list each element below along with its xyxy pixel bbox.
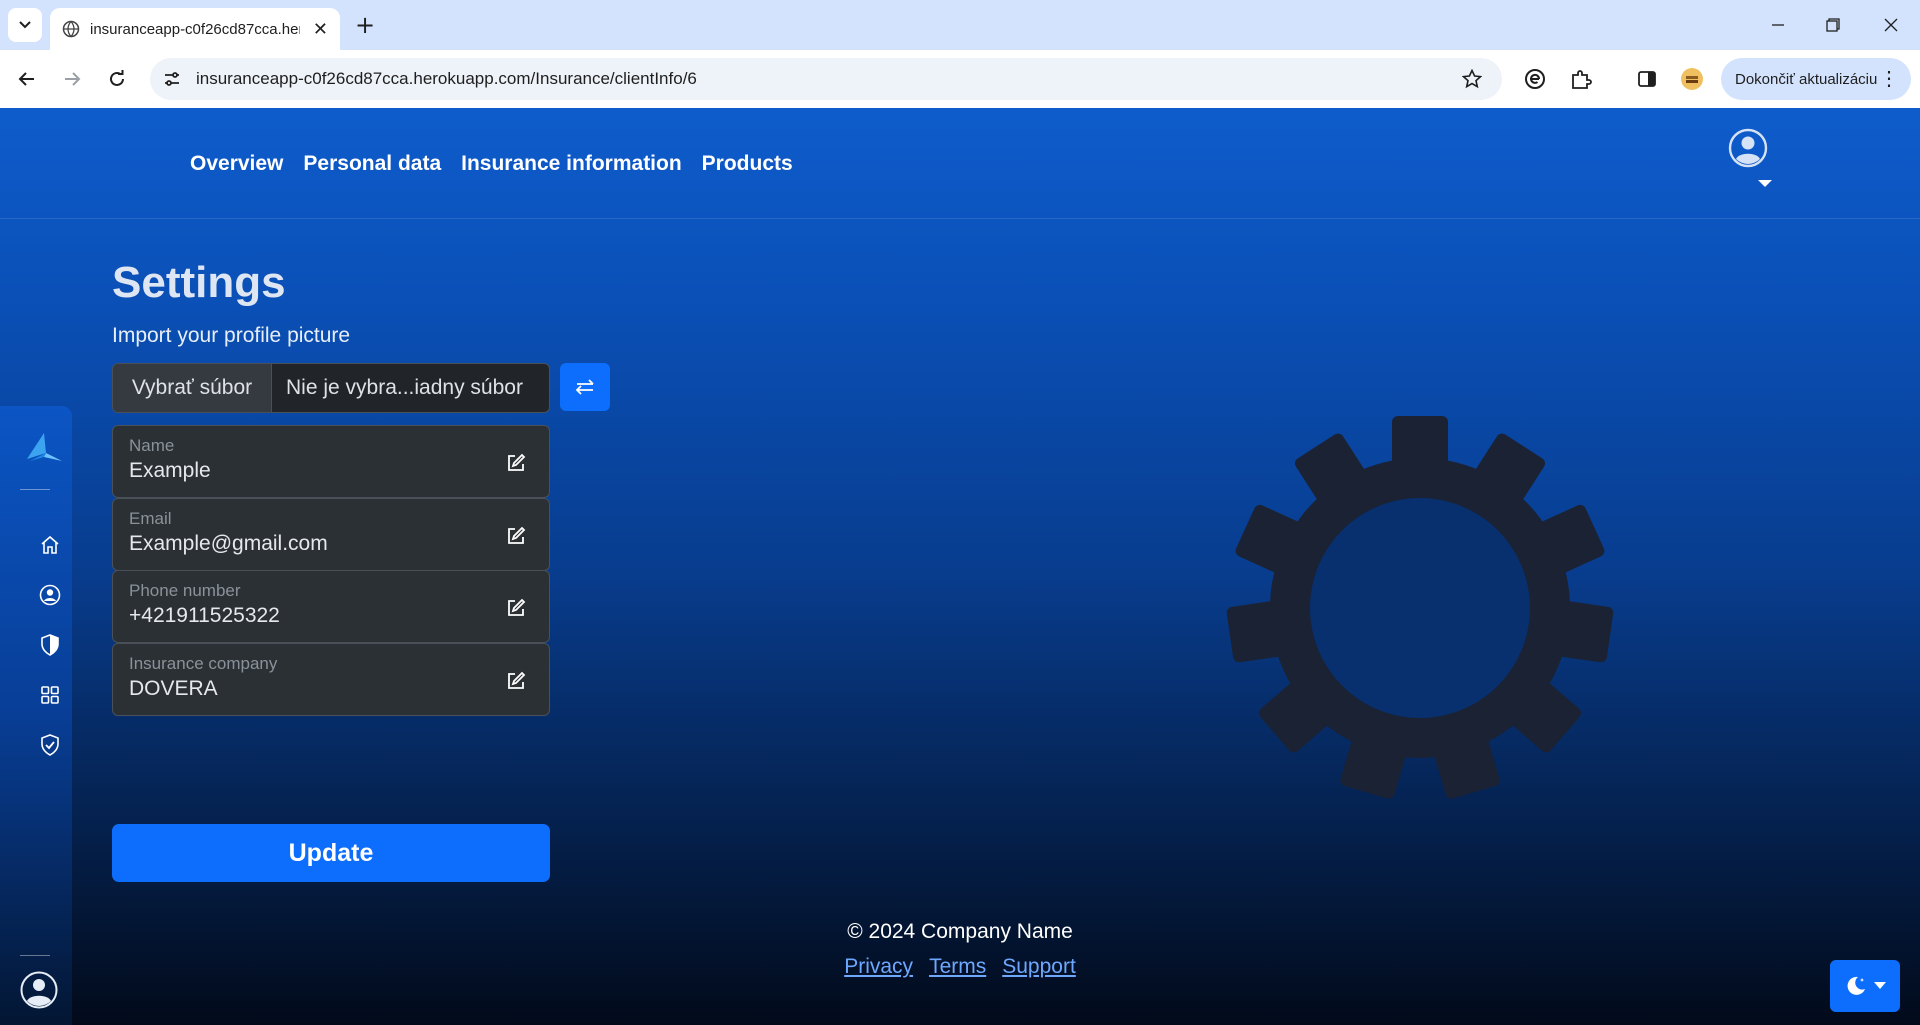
browser-update-button[interactable]: Dokončiť aktualizáciu ⋮ [1721, 58, 1911, 100]
caret-down-icon [1874, 982, 1886, 989]
top-navigation: Overview Personal data Insurance informa… [0, 108, 1920, 219]
reload-icon[interactable] [102, 64, 132, 94]
tab-search-button[interactable] [8, 8, 42, 42]
browser-tab[interactable]: insuranceapp-c0f26cd87cca.her ✕ [50, 8, 340, 50]
url-text: insuranceapp-c0f26cd87cca.herokuapp.com/… [196, 69, 697, 88]
field-value: DOVERA [129, 677, 218, 700]
pencil-square-icon[interactable] [504, 596, 528, 620]
pencil-square-icon[interactable] [504, 669, 528, 693]
name-field[interactable]: Name Example [112, 425, 550, 498]
minimize-window-icon[interactable] [1763, 10, 1793, 40]
globe-icon [62, 20, 80, 38]
bookmark-star-icon[interactable] [1460, 67, 1484, 91]
person-circle-icon [39, 584, 61, 606]
field-value: +421911525322 [129, 604, 280, 627]
moon-stars-icon [1847, 976, 1865, 995]
footer-links: Privacy Terms Support [0, 955, 1920, 979]
nav-link-overview[interactable]: Overview [190, 152, 283, 176]
sidebar-item-products[interactable] [36, 681, 64, 709]
caret-down-icon[interactable] [1758, 180, 1772, 187]
insurance-company-field[interactable]: Insurance company DOVERA [112, 643, 550, 716]
address-bar[interactable]: insuranceapp-c0f26cd87cca.herokuapp.com/… [150, 58, 1502, 100]
field-value: Example@gmail.com [129, 532, 328, 555]
tab-title: insuranceapp-c0f26cd87cca.her [90, 20, 300, 38]
extensions-puzzle-icon[interactable] [1567, 65, 1595, 93]
gear-icon [1225, 413, 1615, 803]
browser-tab-strip: insuranceapp-c0f26cd87cca.her ✕ + [0, 0, 1920, 50]
arrow-left-right-icon [575, 379, 594, 395]
theme-toggle-button[interactable] [1830, 960, 1900, 1012]
back-arrow-icon[interactable] [12, 64, 42, 94]
field-label: Insurance company [129, 654, 278, 673]
file-status-text: Nie je vybra...iadny súbor [286, 376, 523, 399]
profile-picture-file-input[interactable]: Vybrať súbor Nie je vybra...iadny súbor [112, 363, 550, 413]
tab-close-icon[interactable]: ✕ [313, 19, 328, 40]
field-label: Email [129, 509, 172, 528]
footer-link-privacy[interactable]: Privacy [844, 955, 913, 979]
field-label: Phone number [129, 581, 241, 600]
grid-icon [41, 686, 59, 704]
home-icon [41, 535, 59, 554]
nav-link-insurance-information[interactable]: Insurance information [461, 152, 682, 176]
pencil-square-icon[interactable] [504, 524, 528, 548]
page-body: Overview Personal data Insurance informa… [0, 108, 1920, 1025]
sidebar-divider [20, 489, 50, 490]
sidebar-item-insurance[interactable] [36, 631, 64, 659]
user-avatar-icon [1728, 128, 1768, 168]
sidebar-item-home[interactable] [36, 531, 64, 559]
site-settings-icon[interactable] [160, 67, 184, 91]
more-menu-icon[interactable]: ⋮ [1879, 66, 1899, 91]
field-value: Example [129, 459, 211, 482]
sidebar-item-security[interactable] [36, 731, 64, 759]
brand-logo[interactable] [22, 431, 66, 471]
nav-link-products[interactable]: Products [702, 152, 793, 176]
upload-swap-button[interactable] [560, 363, 610, 411]
extension-e-icon[interactable] [1521, 65, 1549, 93]
shield-check-icon [41, 734, 59, 756]
sidebar-item-profile[interactable] [36, 581, 64, 609]
phone-number-field[interactable]: Phone number +421911525322 [112, 570, 550, 643]
import-profile-picture-label: Import your profile picture [112, 324, 351, 347]
update-button[interactable]: Update [112, 824, 550, 882]
close-window-icon[interactable] [1876, 10, 1906, 40]
side-panel-icon[interactable] [1633, 65, 1661, 93]
restore-window-icon[interactable] [1818, 10, 1848, 40]
forward-arrow-icon[interactable] [57, 64, 87, 94]
page-title: Settings [112, 258, 286, 307]
footer-link-terms[interactable]: Terms [929, 955, 986, 979]
pencil-square-icon[interactable] [504, 451, 528, 475]
footer-copyright: © 2024 Company Name [847, 920, 1073, 943]
nav-link-personal-data[interactable]: Personal data [303, 152, 441, 176]
email-field[interactable]: Email Example@gmail.com [112, 498, 550, 571]
browser-update-label: Dokončiť aktualizáciu [1735, 70, 1878, 88]
chevron-down-icon [19, 21, 31, 29]
footer-link-support[interactable]: Support [1002, 955, 1076, 979]
user-menu-toggle[interactable] [1728, 128, 1772, 198]
choose-file-button[interactable]: Vybrať súbor [113, 364, 272, 412]
field-label: Name [129, 436, 175, 455]
new-tab-button[interactable]: + [352, 12, 378, 38]
shield-half-icon [41, 634, 59, 656]
profile-avatar-icon[interactable] [1678, 65, 1706, 93]
browser-toolbar: insuranceapp-c0f26cd87cca.herokuapp.com/… [0, 50, 1920, 108]
